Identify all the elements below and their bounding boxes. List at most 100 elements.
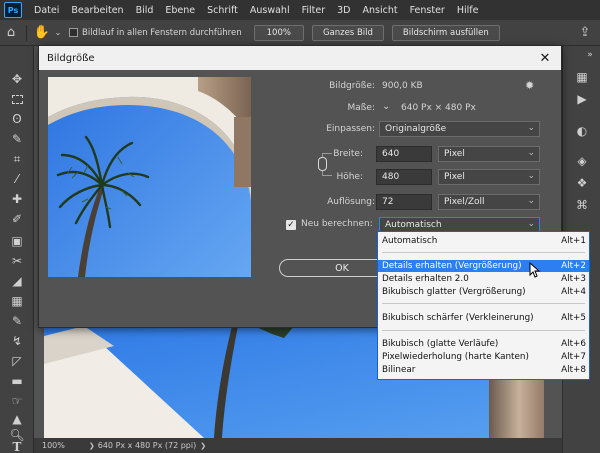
height-label: Höhe: [336,172,363,182]
layers-icon[interactable]: ◈ [573,152,591,170]
width-label: Breite: [333,149,363,159]
option-shortcut: Alt+2 [561,261,586,271]
healing-brush-icon[interactable]: ✚ [6,190,28,208]
brush-tool-icon[interactable]: ✐ [6,210,28,228]
width-input[interactable]: 640 [376,146,432,162]
zoom-100-button[interactable]: 100% [253,24,304,41]
document-info[interactable]: 640 Px x 480 Px (72 ppi) [98,441,196,450]
option-shortcut: Alt+8 [561,365,586,375]
chevron-down-icon: ⌄ [527,219,535,229]
resolution-unit-value: Pixel/Zoll [444,197,485,207]
image-preview[interactable] [48,77,251,277]
gradient-tool-icon[interactable]: ▦ [6,292,28,310]
scroll-all-label: Bildlauf in allen Fenstern durchführen [82,27,242,38]
channels-icon[interactable]: ❖ [573,174,591,192]
type-tool-icon[interactable]: T [6,438,28,453]
adjustments-icon[interactable]: ◐ [573,122,591,140]
dropdown-divider [382,303,585,304]
preview-photo [48,77,251,277]
option-label: Details erhalten (Vergrößerung) [382,261,522,271]
dimensions-label: Maße: [347,103,375,113]
dialog-title: Bildgröße [47,52,95,64]
menu-auswahl[interactable]: Auswahl [244,5,296,16]
height-unit-value: Pixel [444,172,465,182]
menu-datei[interactable]: Datei [28,5,65,16]
home-icon[interactable]: ⌂ [0,22,22,44]
image-size-value: 900,0 KB [382,81,423,91]
scroll-all-checkbox[interactable] [69,28,78,37]
link-icon[interactable] [318,157,327,171]
dropdown-option-bikubisch-schaerfer[interactable]: Bikubisch schärfer (Verkleinerung) Alt+5 [378,312,589,324]
chevron-down-icon[interactable]: ⌄ [382,101,390,112]
chevron-down-icon: ⌄ [527,123,535,133]
crop-tool-icon[interactable]: ⌗ [6,150,28,168]
marquee-tool-icon[interactable] [6,90,28,108]
dropdown-option-bilinear[interactable]: Bilinear Alt+8 [378,364,589,376]
menu-bar: Ps Datei Bearbeiten Bild Ebene Schrift A… [0,0,600,20]
option-shortcut: Alt+4 [561,287,586,297]
fill-screen-button[interactable]: Bildschirm ausfüllen [391,24,500,41]
option-shortcut: Alt+7 [561,352,586,362]
paths-icon[interactable]: ⌘ [573,196,591,214]
lasso-tool-icon[interactable]: ʘ [6,110,28,128]
eraser-tool-icon[interactable]: ◢ [6,272,28,290]
menu-bearbeiten[interactable]: Bearbeiten [65,5,129,16]
history-brush-icon[interactable]: ✂ [6,252,28,270]
menu-ansicht[interactable]: Ansicht [357,5,404,16]
chevron-down-icon: ⌄ [527,196,535,206]
pen-tool-icon[interactable]: ◸ [6,352,28,370]
option-shortcut: Alt+1 [561,236,586,246]
gear-icon[interactable]: ✹ [525,79,534,92]
properties-icon[interactable]: ▦ [573,68,591,86]
quick-select-tool-icon[interactable]: ✎ [6,130,28,148]
fit-select[interactable]: Originalgröße ⌄ [379,121,540,137]
fit-screen-button[interactable]: Ganzes Bild [311,24,384,41]
eyedropper-tool-icon[interactable]: ⁄ [6,170,28,188]
chevron-down-icon[interactable]: ⌄ [53,22,63,44]
height-unit-select[interactable]: Pixel ⌄ [438,169,540,185]
resolution-unit-select[interactable]: Pixel/Zoll ⌄ [438,194,540,210]
resample-dropdown-list: Automatisch Alt+1 Details erhalten (Verg… [377,231,590,380]
resample-checkbox[interactable]: ✓ [286,220,296,230]
menu-filter[interactable]: Filter [296,5,332,16]
chevron-right-icon[interactable]: ❯ [89,442,95,450]
menu-ebene[interactable]: Ebene [159,5,201,16]
dropdown-option-bikubisch-glatter[interactable]: Bikubisch glatter (Vergrößerung) Alt+4 [378,286,589,298]
menu-bild[interactable]: Bild [130,5,160,16]
hand-tool-icon[interactable]: ✋ [31,22,53,44]
dropdown-option-details-erhalten-2[interactable]: Details erhalten 2.0 Alt+3 [378,273,589,285]
tools-panel: ✥ ʘ ✎ ⌗ ⁄ ✚ ✐ ▣ ✂ ◢ ▦ ✎ ↯ ◸ ▬ ☞ ▲ 🔍︎ T [0,46,34,453]
resolution-input[interactable]: 72 [376,194,432,210]
zoom-level[interactable]: 100% [42,441,65,450]
chevron-right-icon[interactable]: ❯ [200,442,206,450]
image-size-label: Bildgröße: [329,81,375,91]
play-icon[interactable]: ▶ [573,90,591,108]
shape-tool-icon[interactable]: ▬ [6,372,28,390]
dodge-tool-icon[interactable]: ↯ [6,332,28,350]
menu-fenster[interactable]: Fenster [404,5,451,16]
width-unit-value: Pixel [444,149,465,159]
height-input[interactable]: 480 [376,169,432,185]
dropdown-option-bikubisch[interactable]: Bikubisch (glatte Verläufe) Alt+6 [378,338,589,350]
chevron-down-icon: ⌄ [527,148,535,158]
option-label: Bikubisch glatter (Vergrößerung) [382,287,526,297]
move-tool-icon[interactable]: ✥ [6,70,28,88]
menu-hilfe[interactable]: Hilfe [451,5,485,16]
menu-schrift[interactable]: Schrift [201,5,244,16]
dropdown-option-details-erhalten[interactable]: Details erhalten (Vergrößerung) Alt+2 [378,260,589,272]
share-icon[interactable]: ⇪ [574,22,596,44]
smudge-tool-icon[interactable]: ☞ [6,392,28,410]
blur-tool-icon[interactable]: ✎ [6,312,28,330]
option-label: Bilinear [382,365,416,375]
close-icon[interactable]: ✕ [537,50,553,66]
menu-3d[interactable]: 3D [331,5,356,16]
panel-collapse-icon[interactable]: » [581,46,599,64]
mouse-cursor-icon [529,262,541,278]
option-label: Bikubisch (glatte Verläufe) [382,339,499,349]
dropdown-option-automatisch[interactable]: Automatisch Alt+1 [378,235,589,247]
dropdown-option-pixelwiederholung[interactable]: Pixelwiederholung (harte Kanten) Alt+7 [378,351,589,363]
resolution-label: Auflösung: [327,197,375,207]
photoshop-logo: Ps [4,2,22,18]
stamp-tool-icon[interactable]: ▣ [6,232,28,250]
width-unit-select[interactable]: Pixel ⌄ [438,146,540,162]
